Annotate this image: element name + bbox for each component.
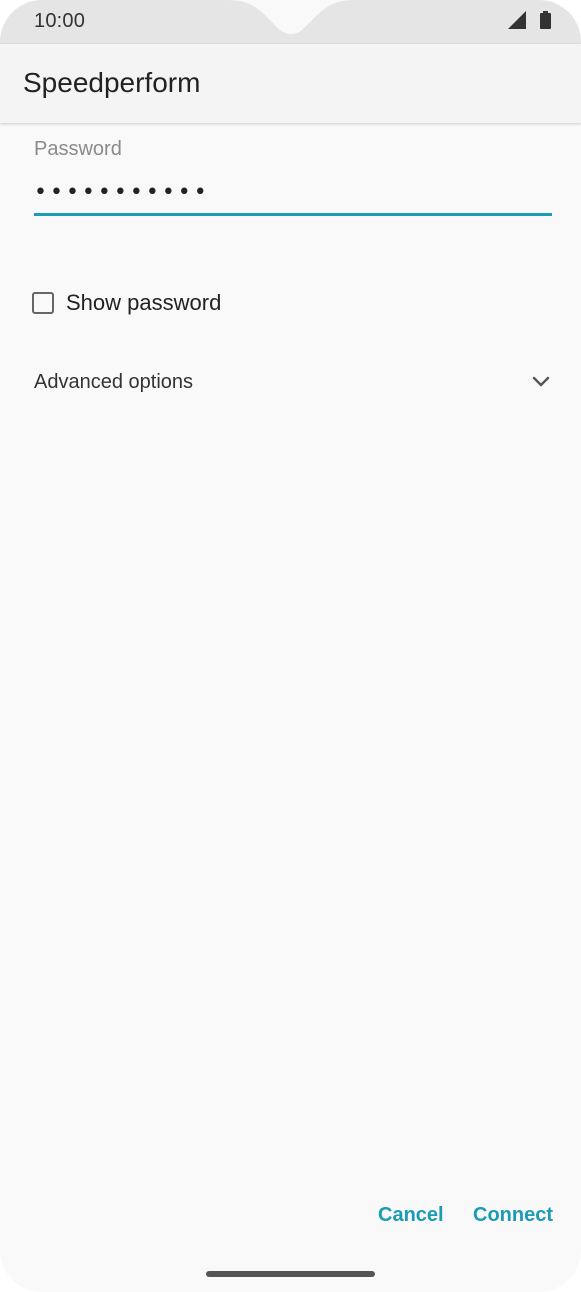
- chevron-down-icon[interactable]: [530, 371, 552, 393]
- show-password-checkbox-row[interactable]: Show password: [32, 288, 221, 318]
- status-time: 10:00: [34, 10, 86, 32]
- advanced-options-label: Advanced options: [34, 370, 194, 393]
- status-icons: [508, 10, 551, 34]
- password-input[interactable]: [34, 172, 552, 216]
- status-bar: 10:00: [0, 0, 581, 44]
- show-password-checkbox[interactable]: [32, 292, 54, 314]
- cellular-signal-icon: [508, 10, 526, 34]
- connect-button[interactable]: Connect: [469, 1198, 557, 1233]
- password-label: Password: [34, 138, 122, 160]
- show-password-label: Show password: [66, 290, 222, 315]
- camera-notch: [220, 0, 362, 34]
- app-bar: Speedperform: [0, 44, 581, 123]
- page-title: Speedperform: [23, 67, 201, 98]
- advanced-options-toggle[interactable]: Advanced options: [34, 364, 552, 400]
- battery-icon: [540, 10, 551, 34]
- cancel-button[interactable]: Cancel: [374, 1198, 448, 1233]
- home-indicator[interactable]: [206, 1271, 375, 1277]
- phone-screen: 10:00 Speedperform Password Show passwor…: [0, 0, 581, 1292]
